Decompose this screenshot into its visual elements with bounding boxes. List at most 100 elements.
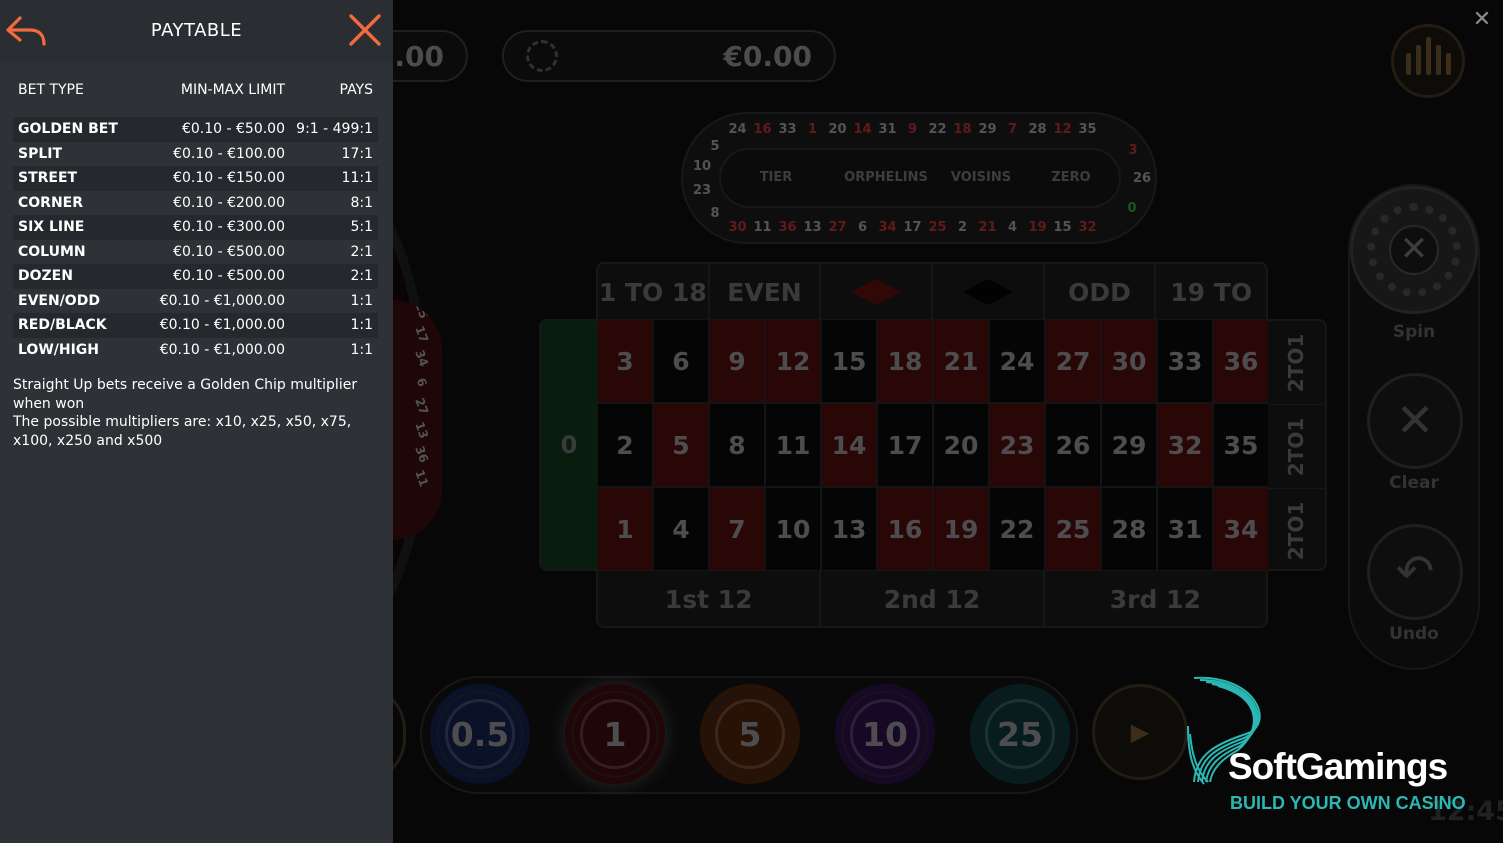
racetrack-number[interactable]: 17: [900, 214, 925, 242]
number-cell[interactable]: 24: [989, 319, 1045, 403]
chip-5[interactable]: 5: [700, 684, 800, 784]
bet-odd[interactable]: ODD: [1045, 264, 1157, 319]
number-cell[interactable]: 23: [989, 403, 1045, 487]
racetrack-number[interactable]: 1: [800, 116, 825, 144]
racetrack-number[interactable]: 18: [950, 116, 975, 144]
racetrack-number[interactable]: 25: [925, 214, 950, 242]
racetrack-number[interactable]: 27: [825, 214, 850, 242]
racetrack-number[interactable]: 0: [1120, 198, 1144, 220]
number-cell[interactable]: 4: [653, 487, 709, 571]
column-bet-3[interactable]: 2TO1: [1268, 321, 1325, 405]
number-cell[interactable]: 22: [989, 487, 1045, 571]
number-cell[interactable]: 34: [1213, 487, 1269, 571]
number-cell[interactable]: 2: [597, 403, 653, 487]
racetrack-number[interactable]: 24: [725, 116, 750, 144]
number-cell[interactable]: 6: [653, 319, 709, 403]
number-cell[interactable]: 9: [709, 319, 765, 403]
bet-zero[interactable]: 0: [539, 319, 597, 571]
section-voisins[interactable]: VOISINS: [941, 150, 1021, 206]
column-bet-1[interactable]: 2TO1: [1268, 489, 1325, 573]
racetrack-number[interactable]: 33: [775, 116, 800, 144]
racetrack-number[interactable]: 8: [703, 203, 727, 225]
bet-even[interactable]: EVEN: [710, 264, 822, 319]
racetrack-number[interactable]: 21: [975, 214, 1000, 242]
bet-3rd-12[interactable]: 3rd 12: [1045, 571, 1266, 626]
racetrack-number[interactable]: 12: [1050, 116, 1075, 144]
chip-1[interactable]: 1: [565, 684, 665, 784]
chip-25[interactable]: 25: [970, 684, 1070, 784]
number-cell[interactable]: 3: [597, 319, 653, 403]
number-cell[interactable]: 13: [821, 487, 877, 571]
number-cell[interactable]: 8: [709, 403, 765, 487]
racetrack-number[interactable]: 4: [1000, 214, 1025, 242]
number-cell[interactable]: 19: [933, 487, 989, 571]
racetrack-number[interactable]: 34: [875, 214, 900, 242]
bet-1-to-18[interactable]: 1 TO 18: [598, 264, 710, 319]
racetrack-number[interactable]: 3: [1121, 140, 1145, 162]
bet-red[interactable]: [821, 264, 934, 319]
section-orphelins[interactable]: ORPHELINS: [831, 150, 941, 206]
racetrack-number[interactable]: 23: [690, 180, 714, 202]
close-icon[interactable]: [348, 13, 382, 47]
bet-19-to-36[interactable]: 19 TO 36: [1156, 264, 1266, 364]
racetrack-number[interactable]: 11: [750, 214, 775, 242]
spin-button[interactable]: ✕: [1350, 186, 1478, 314]
number-cell[interactable]: 1: [597, 487, 653, 571]
racetrack-number[interactable]: 9: [900, 116, 925, 144]
racetrack-number[interactable]: 7: [1000, 116, 1025, 144]
racetrack-number[interactable]: 19: [1025, 214, 1050, 242]
number-cell[interactable]: 7: [709, 487, 765, 571]
number-cell[interactable]: 5: [653, 403, 709, 487]
undo-button[interactable]: ↶: [1367, 524, 1463, 620]
racetrack-number[interactable]: 30: [725, 214, 750, 242]
bet-black[interactable]: [933, 264, 1045, 319]
racetrack-number[interactable]: 6: [850, 214, 875, 242]
section-zero[interactable]: ZERO: [1021, 150, 1121, 206]
racetrack-number[interactable]: 2: [950, 214, 975, 242]
clear-button[interactable]: ✕: [1367, 373, 1463, 469]
chip-10[interactable]: 10: [835, 684, 935, 784]
racetrack-number[interactable]: 13: [800, 214, 825, 242]
number-cell[interactable]: 15: [821, 319, 877, 403]
number-cell[interactable]: 32: [1157, 403, 1213, 487]
number-cell[interactable]: 27: [1045, 319, 1101, 403]
section-tier[interactable]: TIER: [721, 150, 831, 206]
column-bet-2[interactable]: 2TO1: [1268, 405, 1325, 489]
racetrack-number[interactable]: 29: [975, 116, 1000, 144]
close-game-button[interactable]: ✕: [1472, 8, 1492, 32]
number-cell[interactable]: 25: [1045, 487, 1101, 571]
racetrack-number[interactable]: 31: [875, 116, 900, 144]
number-cell[interactable]: 17: [877, 403, 933, 487]
racetrack-number[interactable]: 14: [850, 116, 875, 144]
bet-2nd-12[interactable]: 2nd 12: [821, 571, 1045, 626]
chip-scroll-right-button[interactable]: ▶: [1092, 684, 1188, 780]
racetrack-number[interactable]: 28: [1025, 116, 1050, 144]
number-cell[interactable]: 33: [1157, 319, 1213, 403]
number-cell[interactable]: 26: [1045, 403, 1101, 487]
number-cell[interactable]: 29: [1101, 403, 1157, 487]
number-cell[interactable]: 12: [765, 319, 821, 403]
number-cell[interactable]: 36: [1213, 319, 1269, 403]
number-cell[interactable]: 35: [1213, 403, 1269, 487]
racetrack-number[interactable]: 35: [1075, 116, 1100, 144]
racetrack-number[interactable]: 32: [1075, 214, 1100, 242]
statistics-button[interactable]: [1391, 24, 1465, 98]
racetrack-number[interactable]: 15: [1050, 214, 1075, 242]
number-cell[interactable]: 31: [1157, 487, 1213, 571]
racetrack-number[interactable]: 20: [825, 116, 850, 144]
racetrack[interactable]: 24 16 33 1 20 14 31 9 22 18 29 7 28 12 35 30 11 36 13 27 6 3…: [681, 112, 1157, 244]
number-cell[interactable]: 16: [877, 487, 933, 571]
chip-0.5[interactable]: 0.5: [430, 684, 530, 784]
racetrack-number[interactable]: 10: [690, 156, 714, 178]
racetrack-number[interactable]: 36: [775, 214, 800, 242]
number-cell[interactable]: 18: [877, 319, 933, 403]
number-cell[interactable]: 14: [821, 403, 877, 487]
number-cell[interactable]: 28: [1101, 487, 1157, 571]
number-cell[interactable]: 11: [765, 403, 821, 487]
number-cell[interactable]: 10: [765, 487, 821, 571]
number-cell[interactable]: 30: [1101, 319, 1157, 403]
racetrack-number[interactable]: 16: [750, 116, 775, 144]
racetrack-number[interactable]: 22: [925, 116, 950, 144]
number-cell[interactable]: 21: [933, 319, 989, 403]
number-cell[interactable]: 20: [933, 403, 989, 487]
